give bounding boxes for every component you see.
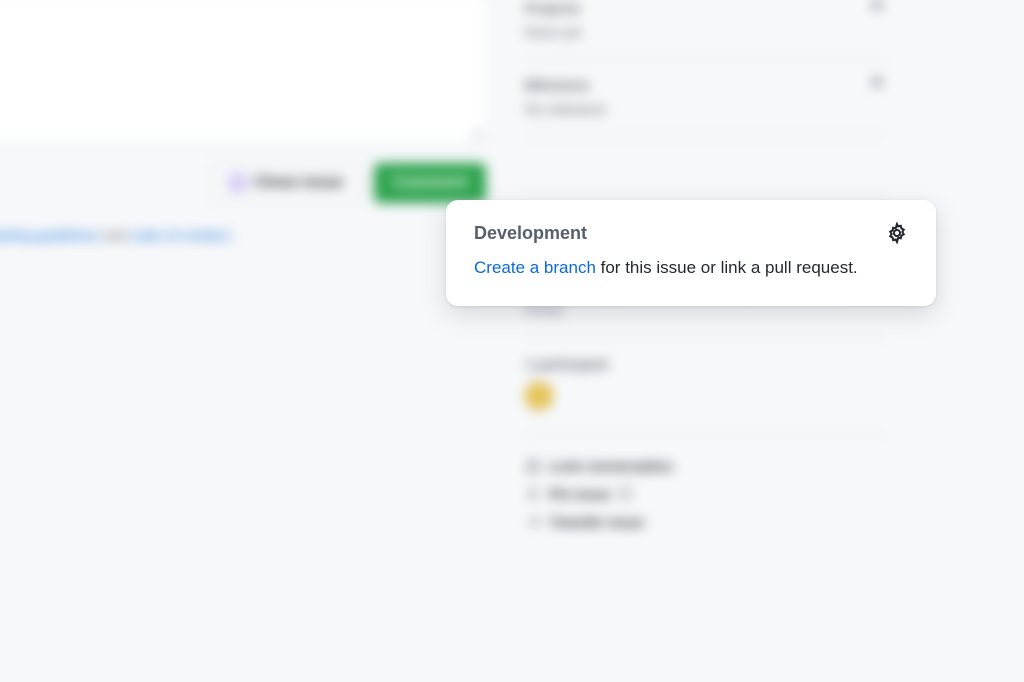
comment-label: Comment: [393, 174, 467, 192]
milestone-body: No milestone: [525, 101, 885, 117]
development-body: Create a branch for this issue or link a…: [474, 256, 908, 280]
transfer-label: Transfer issue: [549, 514, 644, 530]
comment-button[interactable]: Comment: [374, 163, 486, 203]
development-title: Development: [474, 223, 587, 244]
close-issue-label: Close issue: [254, 174, 343, 192]
milestone-title: Milestone: [525, 77, 590, 93]
create-branch-link[interactable]: Create a branch: [474, 258, 596, 277]
contributing-guidelines-link[interactable]: contributing guidelines: [0, 227, 99, 243]
editor-actions: Close issue Comment: [0, 145, 490, 203]
issue-editor-column: B I 1: [0, 0, 490, 243]
projects-title: Projects: [525, 0, 580, 16]
code-of-conduct-link[interactable]: code of conduct: [130, 227, 229, 243]
lock-icon: [525, 458, 541, 474]
info-icon: [618, 486, 634, 502]
development-rest: for this issue or link a pull request.: [596, 258, 858, 277]
pin-issue-action[interactable]: Pin issue: [525, 480, 885, 508]
comment-textarea[interactable]: [0, 0, 489, 144]
milestone-section: Milestone No milestone: [525, 58, 885, 135]
pin-label: Pin issue: [549, 486, 610, 502]
blurred-background: B I 1: [0, 0, 1024, 682]
comment-editor: B I 1: [0, 0, 490, 145]
pin-icon: [525, 486, 541, 502]
lock-conversation-action[interactable]: Lock conversation: [525, 452, 885, 480]
footer-suffix: .: [233, 227, 237, 243]
close-issue-button[interactable]: Close issue: [211, 163, 362, 203]
projects-body: None yet: [525, 24, 885, 40]
footer-mid: and: [103, 227, 130, 243]
gear-icon[interactable]: [869, 0, 885, 16]
development-popover: Development Create a branch for this iss…: [446, 200, 936, 306]
participants-section: 1 participant: [525, 337, 885, 433]
participants-title: 1 participant: [525, 356, 885, 372]
lock-label: Lock conversation: [549, 458, 673, 474]
transfer-issue-action[interactable]: Transfer issue: [525, 508, 885, 536]
issue-actions-section: Lock conversation Pin issue Transfer iss…: [525, 433, 885, 554]
arrow-right-icon: [525, 514, 541, 530]
issue-closed-icon: [230, 175, 246, 191]
avatar[interactable]: [525, 382, 553, 410]
gear-icon[interactable]: [886, 222, 908, 244]
development-section-placeholder: [525, 135, 885, 195]
contributing-note: contributing guidelines and code of cond…: [0, 227, 490, 243]
projects-section: Projects None yet: [525, 0, 885, 58]
gear-icon[interactable]: [869, 77, 885, 93]
resize-handle-icon[interactable]: [467, 124, 483, 140]
